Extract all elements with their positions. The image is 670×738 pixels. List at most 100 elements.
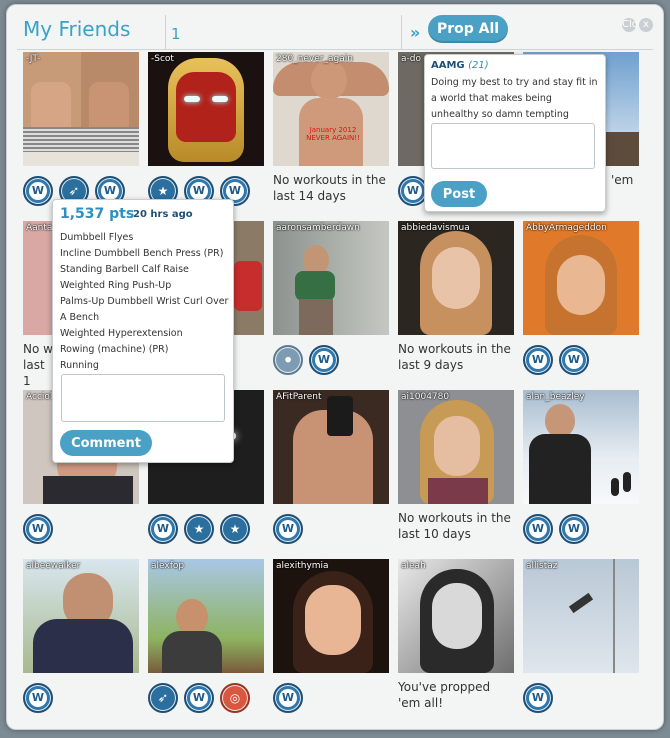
workout-badge-icon[interactable]: W	[184, 683, 214, 713]
reply-input[interactable]	[431, 123, 595, 169]
status-text: No w last 1	[23, 342, 53, 388]
friend-name: Aanta	[26, 223, 53, 233]
friend-card: allistaz W	[523, 559, 639, 713]
badge-row: W	[273, 514, 303, 546]
friend-name: abbiedavismua	[401, 223, 470, 233]
status-text: No workouts in the last 14 days	[273, 173, 386, 203]
friend-photo[interactable]: allistaz	[523, 559, 639, 673]
next-page-icon[interactable]: »	[410, 23, 420, 42]
workout-item: Standing Barbell Calf Raise	[60, 264, 189, 275]
comment-input[interactable]	[61, 374, 225, 422]
orange-badge-icon[interactable]: ◎	[220, 683, 250, 713]
workout-popup: 1,537 pts 20 hrs ago Dumbbell Flyes Incl…	[52, 199, 234, 463]
workout-badge-icon[interactable]: W	[309, 345, 339, 375]
workout-badge-icon[interactable]: W	[148, 514, 178, 544]
badge-row: W	[523, 683, 553, 715]
badge-row: W W	[523, 345, 589, 377]
friend-photo[interactable]: AFitParent	[273, 390, 389, 504]
workout-item: Rowing (machine) (PR)	[60, 344, 169, 355]
status-text: You've propped 'em all!	[398, 680, 491, 710]
friend-name: Acciol	[26, 392, 53, 402]
friend-card: -JT- W ➶ W	[23, 52, 139, 206]
friend-name: -JT-	[26, 54, 41, 64]
status-text: No workouts in the last 9 days	[398, 342, 511, 372]
friend-photo[interactable]: abbiedavismua	[398, 221, 514, 335]
friend-photo[interactable]: -JT-	[23, 52, 139, 166]
status-user: AAMG	[431, 60, 465, 71]
friend-card: albeewalker W	[23, 559, 139, 713]
friend-card: AFitParent W	[273, 390, 389, 544]
friend-name: alan_beazley	[526, 392, 585, 402]
workout-badge-icon[interactable]: W	[23, 514, 53, 544]
badge-row: W	[23, 683, 53, 715]
status-message: Doing my best to try and stay fit in a w…	[431, 77, 598, 120]
time-label: 20 hrs ago	[133, 209, 193, 220]
workout-badge-icon[interactable]: W	[523, 345, 553, 375]
friend-photo[interactable]: -Scot	[148, 52, 264, 166]
page-number[interactable]: 1	[171, 25, 181, 43]
workout-badge-icon[interactable]: W	[273, 514, 303, 544]
friend-card: aaronsamberdawn ⚫ W	[273, 221, 389, 375]
friend-name: a-do	[401, 54, 421, 64]
prop-all-button[interactable]: Prop All	[428, 15, 508, 43]
friend-card: AbbyArmageddon W W	[523, 221, 639, 375]
workout-badge-icon[interactable]: W	[523, 514, 553, 544]
workout-item: Dumbbell Flyes	[60, 232, 134, 243]
photo-caption: January 2012 NEVER AGAIN!!	[306, 126, 360, 142]
friend-name: aaronsamberdawn	[276, 223, 360, 233]
friend-card: -Scot ★ W W	[148, 52, 264, 206]
friend-photo[interactable]: ai1004780	[398, 390, 514, 504]
divider	[401, 15, 402, 49]
divider	[165, 15, 166, 49]
close-button[interactable]: Closex	[620, 17, 653, 32]
status-popup: AAMG (21) Doing my best to try and stay …	[424, 54, 606, 212]
friend-photo[interactable]: January 2012 NEVER AGAIN!! 280_never_aga…	[273, 52, 389, 166]
comment-button[interactable]: Comment	[60, 430, 152, 456]
workout-item: Weighted Ring Push-Up	[60, 280, 172, 291]
friend-name: aleah	[401, 561, 426, 571]
friend-photo[interactable]: alexithymia	[273, 559, 389, 673]
workout-item: Running	[60, 360, 99, 371]
friend-card: January 2012 NEVER AGAIN!! 280_never_aga…	[273, 52, 389, 203]
workout-badge-icon[interactable]: W	[559, 514, 589, 544]
modal-title: My Friends	[23, 17, 131, 41]
badge-row: W	[23, 514, 53, 546]
workout-list: Dumbbell Flyes Incline Dumbbell Bench Pr…	[60, 230, 230, 374]
friend-name: AFitParent	[276, 392, 322, 402]
friend-card: alexithymia W	[273, 559, 389, 713]
friend-name: ai1004780	[401, 392, 450, 402]
workout-item: Palms-Up Dumbbell Wrist Curl Over A Benc…	[60, 296, 229, 323]
friend-card: alexfop ➶ W ◎	[148, 559, 264, 713]
header-divider	[17, 49, 653, 50]
friend-photo[interactable]: alexfop	[148, 559, 264, 673]
badge-row: W W	[523, 514, 589, 546]
friend-photo[interactable]: aleah	[398, 559, 514, 673]
friend-photo[interactable]: aaronsamberdawn	[273, 221, 389, 335]
star-badge-icon[interactable]: ★	[220, 514, 250, 544]
workout-item: Weighted Hyperextension	[60, 328, 183, 339]
star-badge-icon[interactable]: ★	[184, 514, 214, 544]
workout-badge-icon[interactable]: W	[23, 176, 53, 206]
close-label: Close	[622, 18, 650, 32]
friend-name: allistaz	[526, 561, 558, 571]
badge-row: W	[273, 683, 303, 715]
close-icon: x	[639, 18, 653, 32]
friend-name: alexfop	[151, 561, 185, 571]
friend-photo[interactable]: alan_beazley	[523, 390, 639, 504]
workout-badge-icon[interactable]: W	[523, 683, 553, 713]
status-header: AAMG (21)	[431, 60, 489, 71]
badge-row: W ★ ★	[148, 514, 250, 546]
workout-badge-icon[interactable]: W	[23, 683, 53, 713]
friend-photo[interactable]: AbbyArmageddon	[523, 221, 639, 335]
friend-name: alexithymia	[276, 561, 329, 571]
post-button[interactable]: Post	[431, 181, 487, 207]
bird-badge-icon[interactable]: ⚫	[273, 345, 303, 375]
rocket-badge-icon[interactable]: ➶	[148, 683, 178, 713]
friend-card: aleah You've propped 'em all!	[398, 559, 514, 710]
workout-badge-icon[interactable]: W	[559, 345, 589, 375]
friend-name: albeewalker	[26, 561, 81, 571]
friend-photo[interactable]: albeewalker	[23, 559, 139, 673]
workout-badge-icon[interactable]: W	[273, 683, 303, 713]
status-text: No workouts in the last 10 days	[398, 511, 511, 541]
friend-name: -Scot	[151, 54, 174, 64]
